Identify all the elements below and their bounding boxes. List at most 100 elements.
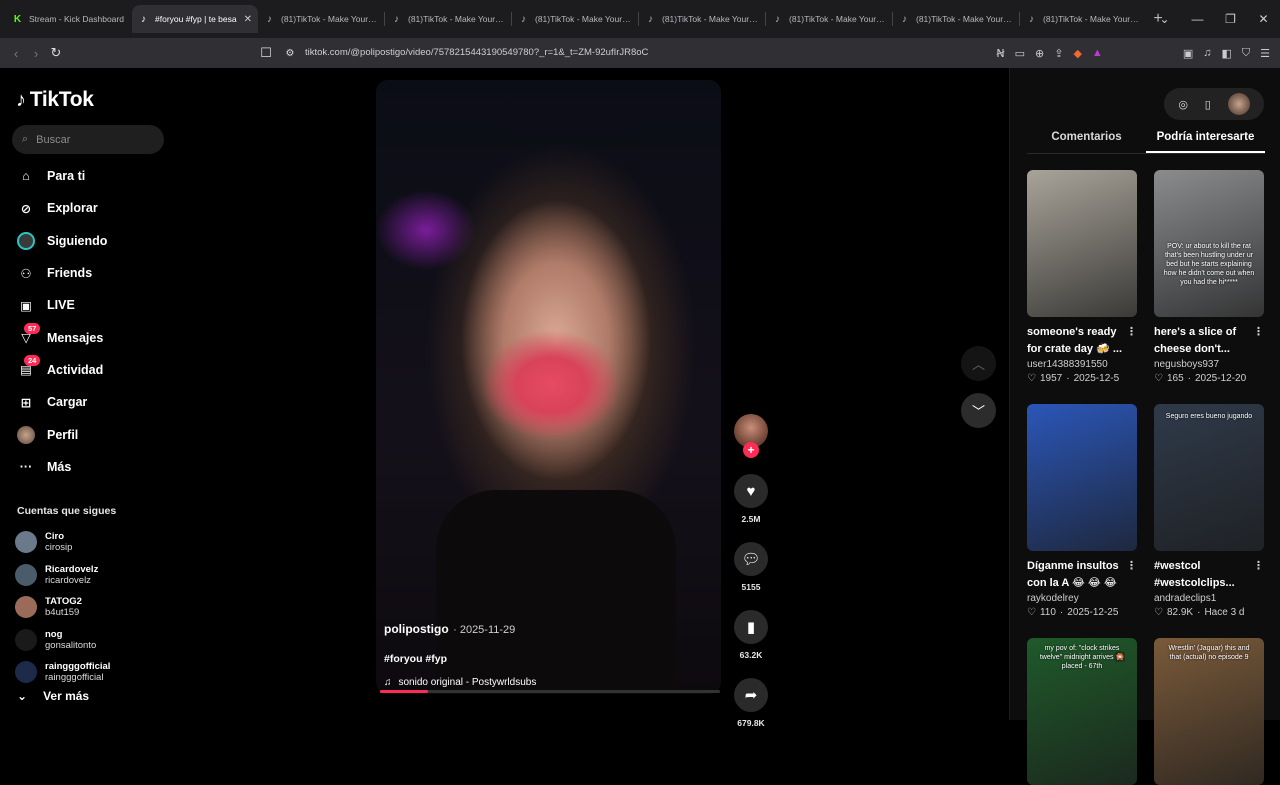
- bookmark-icon[interactable]: ☐: [256, 45, 276, 61]
- thumbnail-caption: Wrestlin' (Jaguar) this and that (actual…: [1168, 645, 1250, 661]
- search-input[interactable]: [36, 133, 147, 146]
- follow-plus-icon[interactable]: +: [743, 442, 759, 458]
- following-account[interactable]: raingggofficial raingggofficial: [15, 656, 175, 689]
- video-thumbnail[interactable]: [1027, 170, 1137, 317]
- browser-tab[interactable]: ♪ (81)TikTok - Make Your Da: [258, 5, 384, 33]
- brave-shield-icon[interactable]: ◆: [1073, 47, 1081, 60]
- recommended-video-card[interactable]: Díganme insultos con la A 😂 😂 😂 ... ⋮ rayk…: [1027, 404, 1137, 618]
- browser-tab[interactable]: ♪ #foryou #fyp | te besa ✕: [132, 5, 258, 33]
- video-sound[interactable]: ♫ sonido original - Postywrldsubs: [384, 677, 704, 688]
- card-title[interactable]: Díganme insultos con la A 😂 😂 😂 ... ⋮: [1027, 558, 1137, 592]
- heart-icon[interactable]: ♥: [734, 474, 768, 508]
- media-icon[interactable]: ♫: [1203, 47, 1211, 59]
- wallet-icon[interactable]: ▣: [1183, 47, 1193, 60]
- menu-icon[interactable]: ☰: [1260, 47, 1270, 60]
- device-icon[interactable]: ▯: [1205, 98, 1211, 111]
- more-options-icon[interactable]: ⋮: [1253, 558, 1264, 575]
- video-author[interactable]: polipostigo: [384, 622, 449, 636]
- recommended-video-card[interactable]: POV: ur about to kill the rat that's bee…: [1154, 170, 1264, 384]
- card-username[interactable]: raykodelrey: [1027, 593, 1137, 604]
- card-title[interactable]: someone's ready for crate day 🍻 ... ⋮: [1027, 324, 1137, 358]
- share-arrow-icon[interactable]: ➦: [734, 678, 768, 712]
- following-account[interactable]: nog gonsalitonto: [15, 624, 175, 657]
- browser-tab[interactable]: ♪ (81)TikTok - Make Your Da: [766, 5, 892, 33]
- recommended-video-card[interactable]: my pov of: "clock strikes twelve" midnig…: [1027, 638, 1137, 785]
- video-hashtags[interactable]: #foryou #fyp: [384, 653, 704, 665]
- search-box[interactable]: ⌕: [12, 125, 164, 154]
- card-title[interactable]: #westcol #westcolclips... ⋮: [1154, 558, 1264, 592]
- comment-icon[interactable]: 💬︎: [734, 542, 768, 576]
- video-date: · 2025-11-29: [453, 624, 516, 636]
- comment-action[interactable]: 💬︎ 5155: [733, 542, 769, 592]
- site-info-icon[interactable]: ⚙: [280, 48, 300, 59]
- card-username[interactable]: negusboys937: [1154, 359, 1264, 370]
- card-title[interactable]: here's a slice of cheese don't... ⋮: [1154, 324, 1264, 358]
- video-thumbnail[interactable]: Wrestlin' (Jaguar) this and that (actual…: [1154, 638, 1264, 785]
- like-action[interactable]: ♥ 2.5M: [733, 474, 769, 524]
- back-icon[interactable]: ‹: [6, 46, 26, 61]
- sidebar-item-mensajes[interactable]: ▽ 57 Mensajes: [17, 321, 177, 353]
- reload-icon[interactable]: ↻: [46, 45, 66, 61]
- tab-search-icon[interactable]: ⌄: [1148, 12, 1181, 26]
- share-action[interactable]: ➦ 679.8K: [733, 678, 769, 728]
- sidebar-item-siguiendo[interactable]: Siguiendo: [17, 225, 177, 257]
- maximize-icon[interactable]: ❐: [1214, 12, 1247, 26]
- browser-tab[interactable]: ♪ (81)TikTok - Make Your Da: [385, 5, 511, 33]
- share-icon[interactable]: ⇪: [1054, 47, 1063, 60]
- close-window-icon[interactable]: ✕: [1247, 12, 1280, 26]
- url-field[interactable]: tiktok.com/@polipostigo/video/7578215443…: [305, 38, 648, 68]
- recommended-video-card[interactable]: Seguro eres bueno jugando #westcol #westc…: [1154, 404, 1264, 618]
- sidebar-item-explorar[interactable]: ⊘ Explorar: [17, 192, 177, 224]
- search-icon: ⌕: [22, 133, 29, 145]
- sidebar-toggle-icon[interactable]: ◧: [1221, 47, 1231, 60]
- sidebar-item-cargar[interactable]: ⊞ Cargar: [17, 386, 177, 418]
- browser-tab[interactable]: K Stream - Kick Dashboard: [6, 5, 132, 33]
- next-video-button[interactable]: ﹀: [961, 393, 996, 428]
- browser-tab[interactable]: ♪ (81)TikTok - Make Your Da: [893, 5, 1019, 33]
- sidebar-item-ms[interactable]: ··· Más: [17, 451, 177, 483]
- coin-icon[interactable]: ◎: [1178, 98, 1188, 111]
- close-tab-icon[interactable]: ✕: [244, 14, 252, 25]
- sidebar-item-friends[interactable]: ⚇ Friends: [17, 257, 177, 289]
- video-thumbnail[interactable]: POV: ur about to kill the rat that's bee…: [1154, 170, 1264, 317]
- video-thumbnail[interactable]: [1027, 404, 1137, 551]
- sidebar-item-perfil[interactable]: Perfil: [17, 418, 177, 450]
- card-username[interactable]: andradeclips1: [1154, 593, 1264, 604]
- bookmark-save-icon[interactable]: ▮: [734, 610, 768, 644]
- rewards-icon[interactable]: ▲: [1092, 47, 1103, 59]
- video-thumbnail[interactable]: Seguro eres bueno jugando: [1154, 404, 1264, 551]
- more-options-icon[interactable]: ⋮: [1126, 558, 1137, 575]
- sidebar-item-parati[interactable]: ⌂ Para ti: [17, 160, 177, 192]
- recommended-video-card[interactable]: someone's ready for crate day 🍻 ... ⋮ user…: [1027, 170, 1137, 384]
- recommended-video-card[interactable]: Wrestlin' (Jaguar) this and that (actual…: [1154, 638, 1264, 785]
- video-progress-bar[interactable]: [380, 690, 720, 693]
- creator-avatar[interactable]: +: [734, 414, 768, 458]
- tab-recommended[interactable]: Podría interesarte: [1146, 126, 1265, 153]
- cast-icon[interactable]: ▭: [1015, 47, 1025, 60]
- vpn-icon[interactable]: ⛉: [1242, 47, 1250, 60]
- tab-comments[interactable]: Comentarios: [1027, 126, 1146, 153]
- video-player[interactable]: [376, 80, 721, 694]
- browser-tab[interactable]: ♪ (81)TikTok - Make Your Da: [1020, 5, 1146, 33]
- following-account[interactable]: Ciro cirosip: [15, 526, 175, 559]
- user-avatar[interactable]: [1227, 93, 1250, 115]
- following-account[interactable]: Ricardovelz ricardovelz: [15, 559, 175, 592]
- following-account[interactable]: TATOG2 b4ut159: [15, 591, 175, 624]
- browser-tab[interactable]: ♪ (81)TikTok - Make Your Da: [512, 5, 638, 33]
- see-more-button[interactable]: ⌄ Ver más: [17, 689, 89, 703]
- more-options-icon[interactable]: ⋮: [1253, 324, 1264, 341]
- video-thumbnail[interactable]: my pov of: "clock strikes twelve" midnig…: [1027, 638, 1137, 785]
- tiktok-logo[interactable]: ♪ TikTok: [16, 88, 94, 112]
- more-options-icon[interactable]: ⋮: [1126, 324, 1137, 341]
- sidebar-item-live[interactable]: ▣ LIVE: [17, 289, 177, 321]
- account-handle: gonsalitonto: [45, 639, 97, 651]
- translate-icon[interactable]: Ꞥ: [996, 47, 1004, 60]
- browser-tab[interactable]: ♪ (81)TikTok - Make Your Da: [639, 5, 765, 33]
- sidebar-item-actividad[interactable]: ▤ 24 Actividad: [17, 354, 177, 386]
- forward-icon[interactable]: ›: [26, 46, 46, 61]
- card-username[interactable]: user14388391550: [1027, 359, 1137, 370]
- save-action[interactable]: ▮ 63.2K: [733, 610, 769, 660]
- zoom-icon[interactable]: ⊕: [1035, 47, 1044, 60]
- previous-video-button[interactable]: ︿: [961, 346, 996, 381]
- minimize-icon[interactable]: —: [1181, 12, 1214, 26]
